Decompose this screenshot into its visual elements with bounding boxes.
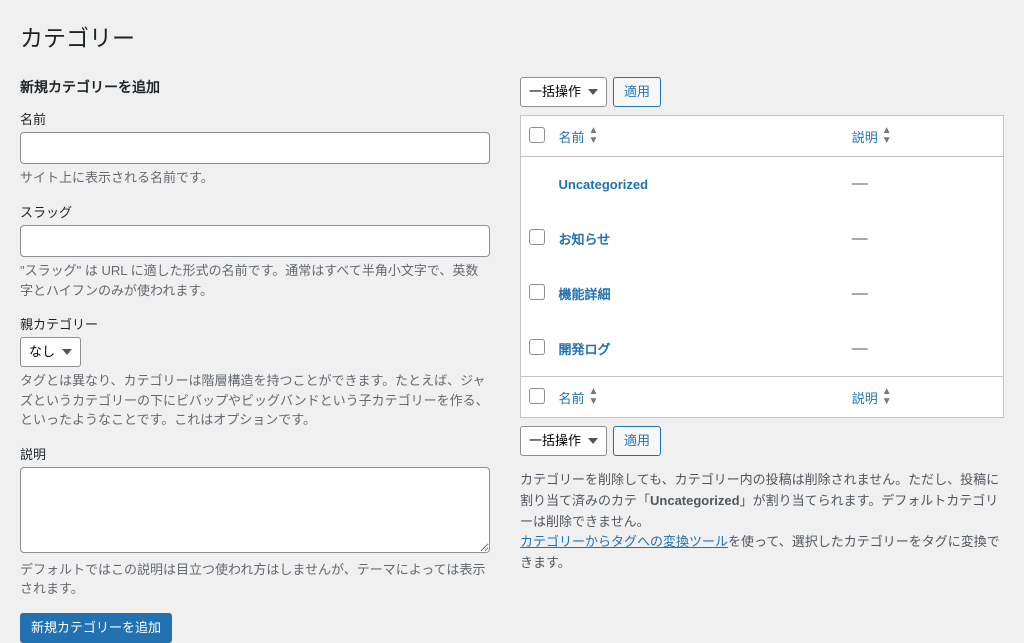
row-desc: — — [842, 157, 1004, 212]
header-name[interactable]: 名前▲▼ — [549, 116, 842, 157]
sort-icon: ▲▼ — [882, 387, 892, 407]
footer-name[interactable]: 名前▲▼ — [549, 377, 842, 418]
sort-icon: ▲▼ — [589, 387, 599, 407]
row-name-link[interactable]: お知らせ — [559, 232, 611, 247]
table-row: お知らせ — — [521, 211, 1004, 266]
convert-link[interactable]: カテゴリーからタグへの変換ツール — [520, 534, 728, 549]
textarea-description[interactable] — [20, 467, 490, 553]
table-row: 開発ログ — — [521, 321, 1004, 377]
field-name: 名前 サイト上に表示される名前です。 — [20, 109, 490, 188]
bulk-apply-top[interactable]: 適用 — [613, 77, 661, 107]
footer-desc[interactable]: 説明▲▼ — [842, 377, 1004, 418]
row-desc: — — [842, 266, 1004, 321]
field-slug: スラッグ "スラッグ" は URL に適した形式の名前です。通常はすべて半角小文… — [20, 202, 490, 300]
sort-icon: ▲▼ — [882, 126, 892, 146]
label-slug: スラッグ — [20, 202, 490, 221]
desc-description: デフォルトではこの説明は目立つ使われ方はしませんが、テーマによっては表示されます… — [20, 560, 490, 599]
field-description: 説明 デフォルトではこの説明は目立つ使われ方はしませんが、テーマによっては表示さ… — [20, 444, 490, 599]
field-parent: 親カテゴリー なし タグとは異なり、カテゴリーは階層構造を持つことができます。た… — [20, 314, 490, 430]
category-table: 名前▲▼ 説明▲▼ Uncategorized — お知らせ — 機能詳細 — 開発ログ — — [520, 115, 1004, 418]
header-desc[interactable]: 説明▲▼ — [842, 116, 1004, 157]
select-all-top[interactable] — [529, 127, 545, 143]
row-desc: — — [842, 321, 1004, 377]
row-name-link[interactable]: Uncategorized — [559, 177, 649, 192]
label-parent: 親カテゴリー — [20, 314, 490, 333]
table-row: Uncategorized — — [521, 157, 1004, 212]
desc-slug: "スラッグ" は URL に適した形式の名前です。通常はすべて半角小文字で、英数… — [20, 261, 490, 300]
desc-parent: タグとは異なり、カテゴリーは階層構造を持つことができます。たとえば、ジャズという… — [20, 371, 490, 430]
footer-checkbox — [521, 377, 549, 418]
submit-button[interactable]: 新規カテゴリーを追加 — [20, 613, 172, 643]
header-checkbox — [521, 116, 549, 157]
row-checkbox[interactable] — [529, 229, 545, 245]
sort-icon: ▲▼ — [589, 126, 599, 146]
label-description: 説明 — [20, 444, 490, 463]
form-heading: 新規カテゴリーを追加 — [20, 77, 490, 97]
bulk-apply-bottom[interactable]: 適用 — [613, 426, 661, 456]
tablenav-bottom: 一括操作 適用 — [520, 426, 1004, 456]
category-list-panel: 一括操作 適用 名前▲▼ 説明▲▼ — [520, 77, 1004, 643]
row-desc: — — [842, 211, 1004, 266]
select-parent[interactable]: なし — [20, 337, 81, 367]
add-category-form: 新規カテゴリーを追加 名前 サイト上に表示される名前です。 スラッグ "スラッグ… — [20, 77, 490, 643]
row-name-link[interactable]: 機能詳細 — [559, 287, 611, 302]
select-all-bottom[interactable] — [529, 388, 545, 404]
input-slug[interactable] — [20, 225, 490, 257]
page-title: カテゴリー — [20, 10, 1004, 57]
desc-name: サイト上に表示される名前です。 — [20, 168, 490, 188]
bulk-action-select-bottom[interactable]: 一括操作 — [520, 426, 607, 456]
row-checkbox[interactable] — [529, 284, 545, 300]
row-name-link[interactable]: 開発ログ — [559, 342, 611, 357]
tablenav-top: 一括操作 適用 — [520, 77, 1004, 107]
label-name: 名前 — [20, 109, 490, 128]
input-name[interactable] — [20, 132, 490, 164]
row-checkbox[interactable] — [529, 339, 545, 355]
table-row: 機能詳細 — — [521, 266, 1004, 321]
term-notes: カテゴリーを削除しても、カテゴリー内の投稿は削除されません。ただし、投稿に割り当… — [520, 470, 1004, 574]
bulk-action-select-top[interactable]: 一括操作 — [520, 77, 607, 107]
